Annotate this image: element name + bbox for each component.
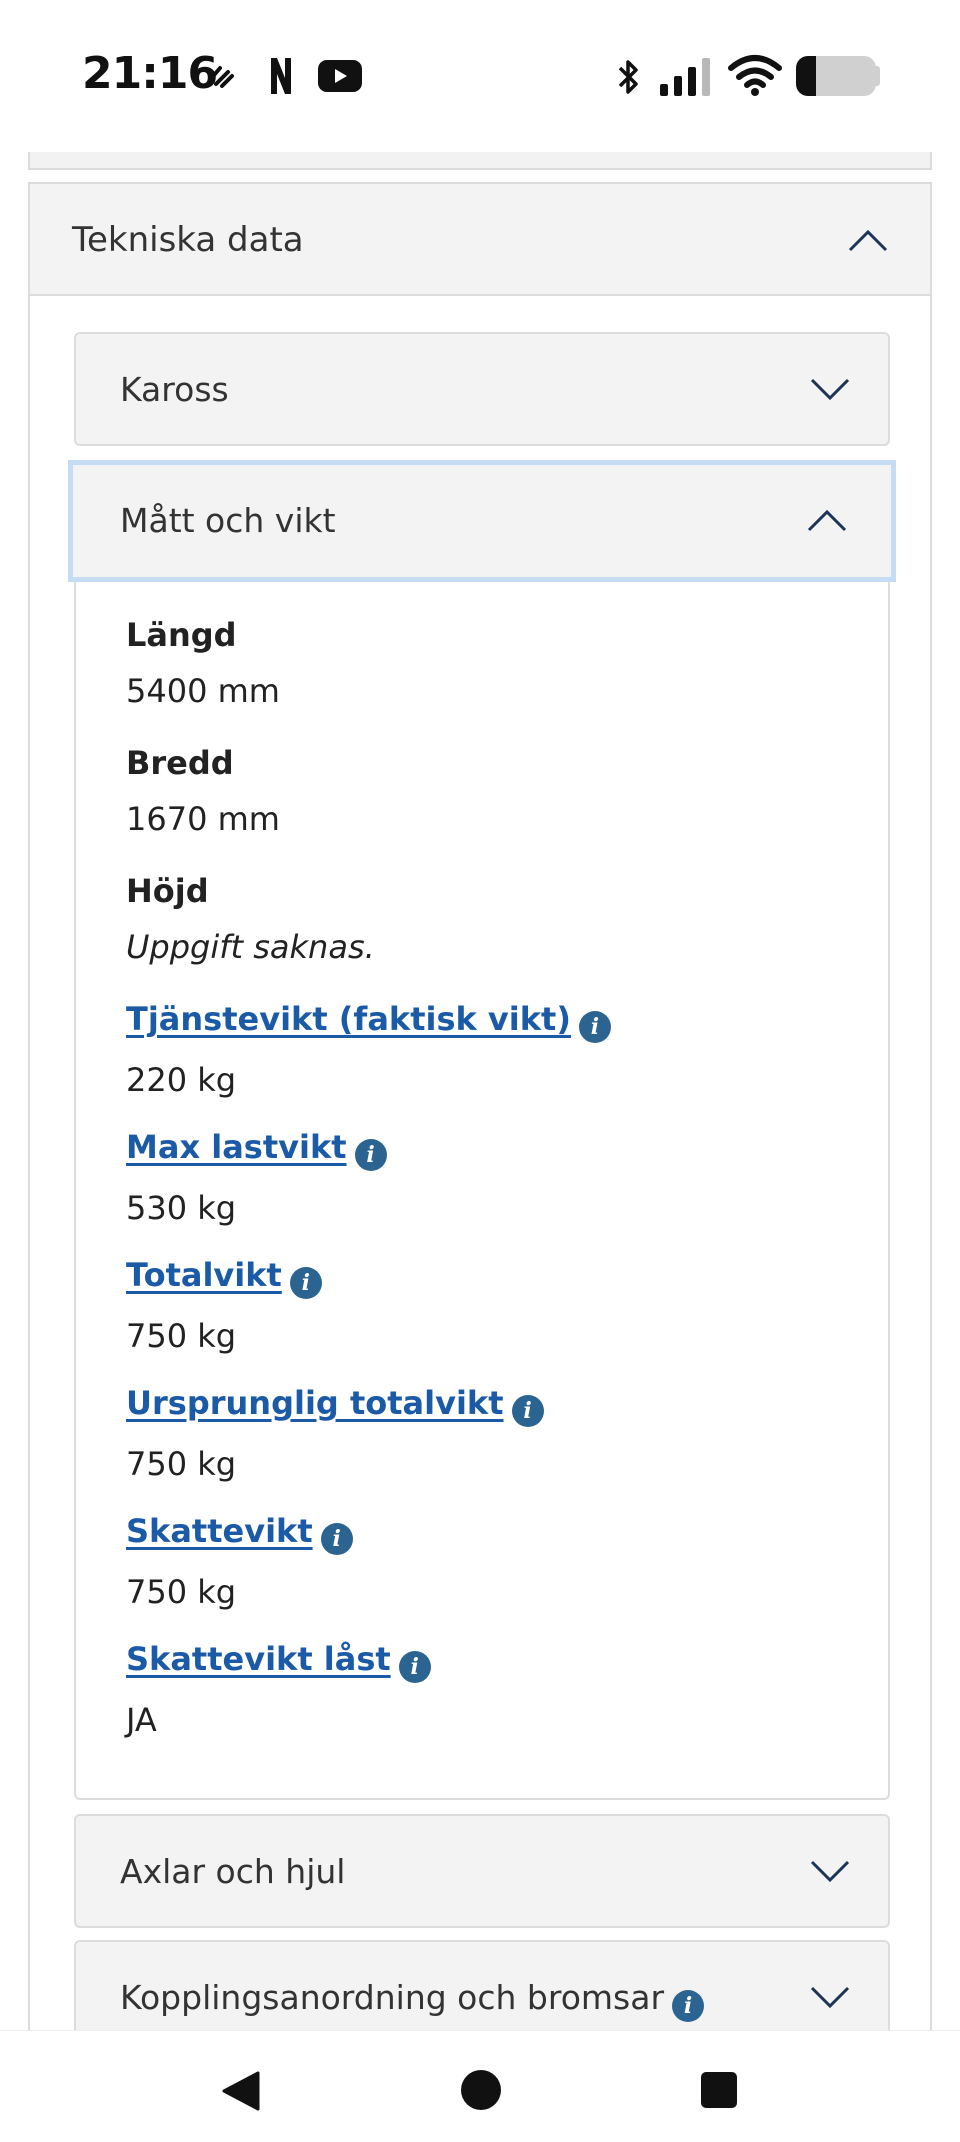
matt-och-vikt-details: Längd 5400 mm Bredd 1670 mm Höjd Uppgift… [74,582,890,1800]
field-link-ursprunglig-totalvikt[interactable]: Ursprunglig totalvikt [126,1384,504,1422]
field-value: 530 kg [126,1189,237,1227]
section-axlar-och-hjul-label: Axlar och hjul [120,1852,346,1891]
field-link-totalvikt[interactable]: Totalvikt [126,1256,282,1294]
signal-icon [660,58,710,96]
field-link-tjanstevikt[interactable]: Tjänstevikt (faktisk vikt) [126,1000,571,1038]
field-skattevikt-last: Skattevikt låst i JA [126,1640,866,1739]
field-value: 750 kg [126,1317,237,1355]
wifi-icon [728,55,782,96]
battery-tip [874,66,880,86]
home-icon[interactable] [460,2069,502,2111]
info-icon[interactable]: i [511,1395,544,1427]
field-link-max-lastvikt[interactable]: Max lastvikt [126,1128,347,1166]
chevron-down-icon [810,1986,850,2009]
recents-icon[interactable] [700,2071,738,2109]
field-skattevikt: Skattevikt i 750 kg [126,1512,866,1611]
field-label: Längd [126,616,237,654]
field-value-missing: Uppgift saknas. [126,928,375,966]
field-hojd: Höjd Uppgift saknas. [126,872,866,966]
field-value: 220 kg [126,1061,237,1099]
field-link-skattevikt[interactable]: Skattevikt [126,1512,313,1550]
field-bredd: Bredd 1670 mm [126,744,866,838]
field-label: Höjd [126,872,209,910]
section-kaross-label: Kaross [120,370,229,409]
chevron-down-icon [810,1860,850,1883]
diagonal-lines-icon [208,66,234,88]
field-value: 5400 mm [126,672,280,710]
field-langd: Längd 5400 mm [126,616,866,710]
section-kopplingsanordning-text: Kopplingsanordning och bromsar [120,1978,665,2017]
bluetooth-icon [618,60,638,94]
section-kaross[interactable]: Kaross [74,332,890,446]
field-label: Bredd [126,744,234,782]
info-icon[interactable]: i [672,1990,705,2022]
status-bar: 21:16 [0,0,960,152]
info-icon[interactable]: i [578,1011,611,1043]
info-icon[interactable]: i [398,1651,431,1683]
chevron-down-icon [810,378,850,401]
section-matt-och-vikt[interactable]: Mått och vikt [68,460,896,582]
previous-section-edge [28,152,932,170]
chevron-up-icon [848,229,888,252]
technical-data-header[interactable]: Tekniska data [30,184,930,296]
chevron-up-icon [807,509,847,532]
technical-data-card: Tekniska data Kaross Mått och vikt Längd… [28,182,932,2050]
field-ursprunglig-totalvikt: Ursprunglig totalvikt i 750 kg [126,1384,866,1483]
technical-data-title: Tekniska data [72,220,304,260]
field-value: 750 kg [126,1573,237,1611]
status-time: 21:16 [82,48,218,99]
field-totalvikt: Totalvikt i 750 kg [126,1256,866,1355]
section-kopplingsanordning-label: Kopplingsanordning och bromsar i [120,1978,705,2022]
n-app-icon [271,58,291,94]
youtube-icon [318,60,362,92]
field-value: 1670 mm [126,800,280,838]
navigation-bar [0,2030,960,2142]
field-max-lastvikt: Max lastvikt i 530 kg [126,1128,866,1227]
field-link-skattevikt-last[interactable]: Skattevikt låst [126,1640,391,1678]
field-value: 750 kg [126,1445,237,1483]
info-icon[interactable]: i [289,1267,322,1299]
info-icon[interactable]: i [320,1523,353,1555]
section-matt-och-vikt-label: Mått och vikt [120,501,336,540]
section-axlar-och-hjul[interactable]: Axlar och hjul [74,1814,890,1928]
back-icon[interactable] [218,2069,262,2113]
battery-icon [796,56,876,96]
field-tjanstevikt: Tjänstevikt (faktisk vikt) i 220 kg [126,1000,866,1099]
info-icon[interactable]: i [354,1139,387,1171]
field-value: JA [126,1701,157,1739]
